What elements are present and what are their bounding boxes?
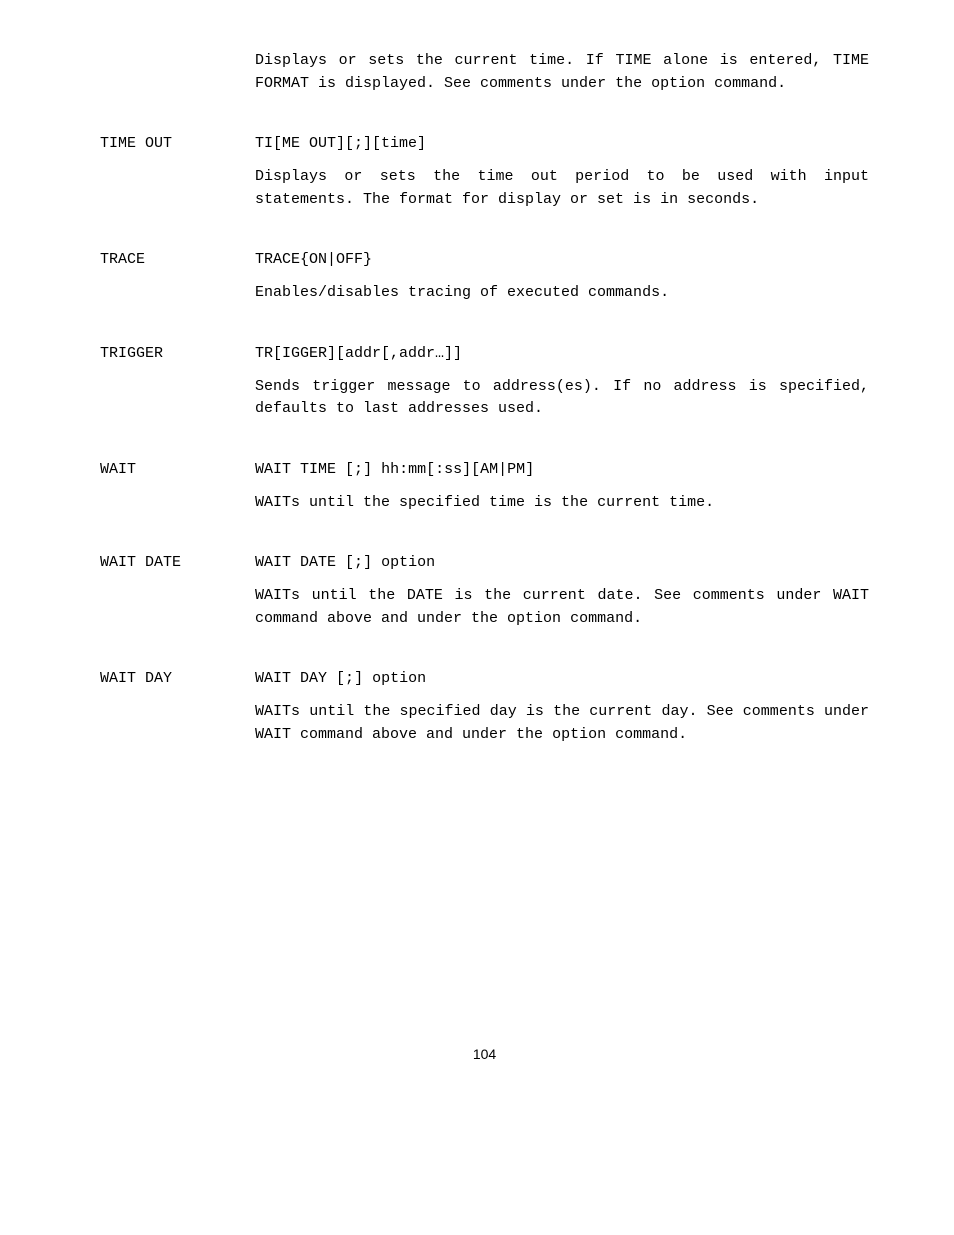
entry-wait: WAIT WAIT TIME [;] hh:mm[:ss][AM|PM] WAI… <box>100 461 869 535</box>
syntax-part: option <box>372 670 426 687</box>
entry-label: TIME OUT <box>100 135 255 152</box>
entry-body: Displays or sets the current time. If TI… <box>255 50 869 95</box>
syntax-line: TR[IGGER][addr[,addr…]] <box>255 345 869 362</box>
text: command above and under the <box>291 726 552 743</box>
entry-time-out: TIME OUT TI[ME OUT][;][time] Displays or… <box>100 135 869 231</box>
syntax-line: WAIT DAY [;] option <box>255 670 869 687</box>
syntax-part: option <box>381 554 435 571</box>
syntax-part: AM <box>480 461 498 478</box>
syntax-line: TRACE{ON|OFF} <box>255 251 869 268</box>
syntax-part: ; <box>354 461 363 478</box>
keyword-option: option <box>552 726 606 743</box>
entry-label: WAIT DATE <box>100 554 255 571</box>
entry-body: WAIT DATE [;] option WAITs until the DAT… <box>255 554 869 650</box>
syntax-line: WAIT TIME [;] hh:mm[:ss][AM|PM] <box>255 461 869 478</box>
keyword-wait: WAIT <box>255 703 291 720</box>
text: alone is entered, <box>651 52 833 69</box>
syntax-part: PM <box>507 461 525 478</box>
syntax-part: ; <box>354 554 363 571</box>
syntax-part: WAIT DATE <box>255 554 336 571</box>
keyword-wait: WAIT <box>255 587 291 604</box>
entry-label: TRACE <box>100 251 255 268</box>
syntax-part: hh:mm <box>381 461 426 478</box>
text: s until the <box>291 587 407 604</box>
document-page: Displays or sets the current time. If TI… <box>0 0 954 1122</box>
description: Sends trigger message to address(es). If… <box>255 376 869 421</box>
syntax-line: TI[ME OUT][;][time] <box>255 135 869 152</box>
entry-label: WAIT <box>100 461 255 478</box>
text <box>336 554 345 571</box>
entry-body: TR[IGGER][addr[,addr…]] Sends trigger me… <box>255 345 869 441</box>
syntax-part: :ss <box>435 461 462 478</box>
description: Displays or sets the time out period to … <box>255 166 869 211</box>
syntax-part: ; <box>345 670 354 687</box>
description: WAITs until the specified day is the cur… <box>255 701 869 746</box>
keyword-option: option <box>651 75 705 92</box>
text: is the current date. See comments under <box>443 587 833 604</box>
text <box>327 670 336 687</box>
text: is displayed. See comments under the <box>309 75 651 92</box>
syntax-part: WAIT DAY <box>255 670 327 687</box>
text: command. <box>705 75 786 92</box>
keyword-wait: WAIT <box>833 587 869 604</box>
text <box>336 461 345 478</box>
entry-time-continuation: Displays or sets the current time. If TI… <box>100 50 869 115</box>
description: WAITs until the specified time is the cu… <box>255 492 869 515</box>
entry-wait-day: WAIT DAY WAIT DAY [;] option WAITs until… <box>100 670 869 766</box>
keyword-wait: WAIT <box>255 726 291 743</box>
entry-wait-date: WAIT DATE WAIT DATE [;] option WAITs unt… <box>100 554 869 650</box>
syntax-part: WAIT TIME <box>255 461 336 478</box>
text: Displays or sets the <box>255 168 477 185</box>
text: command above and under the <box>255 610 507 627</box>
entry-body: TI[ME OUT][;][time] Displays or sets the… <box>255 135 869 231</box>
text: s until the specified day is the current… <box>291 703 869 720</box>
keyword-wait: WAIT <box>255 494 291 511</box>
entry-trigger: TRIGGER TR[IGGER][addr[,addr…]] Sends tr… <box>100 345 869 441</box>
syntax-line: WAIT DATE [;] option <box>255 554 869 571</box>
keyword-time: TIME <box>615 52 651 69</box>
entry-body: TRACE{ON|OFF} Enables/disables tracing o… <box>255 251 869 325</box>
text: command. <box>606 726 687 743</box>
entry-trace: TRACE TRACE{ON|OFF} Enables/disables tra… <box>100 251 869 325</box>
keyword-time: time <box>477 168 513 185</box>
entry-body: WAIT DAY [;] option WAITs until the spec… <box>255 670 869 766</box>
keyword-date: DATE <box>407 587 443 604</box>
description: Enables/disables tracing of executed com… <box>255 282 869 305</box>
text: s until the specified time is the curren… <box>291 494 714 511</box>
keyword-option: option <box>507 610 561 627</box>
page-number: 104 <box>100 1046 869 1062</box>
entry-label: TRIGGER <box>100 345 255 362</box>
text: Displays or sets the current time. If <box>255 52 615 69</box>
entry-body: WAIT TIME [;] hh:mm[:ss][AM|PM] WAITs un… <box>255 461 869 535</box>
text: command. <box>561 610 642 627</box>
entry-label: WAIT DAY <box>100 670 255 687</box>
description: WAITs until the DATE is the current date… <box>255 585 869 630</box>
